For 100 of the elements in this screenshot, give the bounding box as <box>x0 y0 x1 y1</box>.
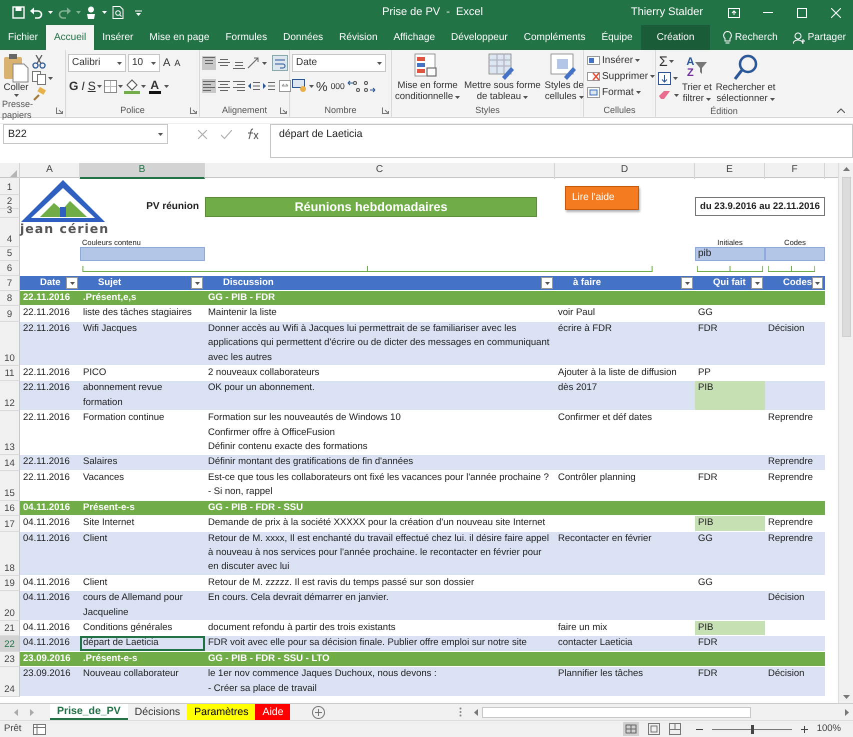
table-cell[interactable]: Maintenir la liste <box>205 306 555 321</box>
table-cell[interactable]: GG <box>695 532 765 575</box>
row-header[interactable]: 14 <box>0 455 20 471</box>
dialog-launcher-icon[interactable] <box>56 106 63 114</box>
table-cell[interactable]: Retour de M. zzzzz. Il est ravis du temps passé sur son dossier <box>205 576 555 590</box>
codes-field[interactable] <box>765 247 825 261</box>
initials-field[interactable]: pib <box>695 247 765 261</box>
table-cell[interactable]: PICO <box>80 366 205 380</box>
caret-icon[interactable] <box>770 98 775 101</box>
table-cell[interactable]: FDR <box>695 470 765 500</box>
wrap-text-icon[interactable] <box>272 55 288 71</box>
zoom-in-icon[interactable] <box>800 726 808 732</box>
caret-icon[interactable] <box>523 96 528 99</box>
table-cell[interactable]: Retour de M. xxxx, Il est enchanté du travail effectué chez lui. il désire faire appel à nouveau à nos services pour l'année prochaine. le recontacter en février pour en discuter avec lui <box>205 532 555 575</box>
row-header[interactable]: 15 <box>0 470 20 501</box>
table-cell[interactable]: voir Paul <box>555 306 695 321</box>
table-cell[interactable]: 04.11.2016 <box>20 532 80 575</box>
table-cell[interactable]: En cours. Cela devrait démarrer en janvier. <box>205 591 555 620</box>
table-cell[interactable]: écrire à FDR <box>555 322 695 366</box>
row-header[interactable]: 23 <box>0 652 20 668</box>
row-header[interactable]: 6 <box>0 261 20 276</box>
table-cell[interactable]: 04.11.2016 <box>20 620 80 636</box>
find-select-button[interactable]: Rechercher et sélectionner <box>714 53 776 105</box>
splitter-icon[interactable] <box>459 707 462 717</box>
column-header[interactable]: D <box>555 163 695 179</box>
table-cell[interactable]: 22.11.2016 <box>20 470 80 500</box>
caret-icon[interactable] <box>636 91 641 94</box>
row-header[interactable]: 13 <box>0 411 20 456</box>
increase-decimal-icon[interactable] <box>346 79 361 93</box>
row-header[interactable]: 4 <box>0 218 20 247</box>
ribbon-button[interactable]: Mettre sous forme de tableau <box>463 53 542 103</box>
caret-icon[interactable] <box>164 84 169 88</box>
format-painter-icon[interactable] <box>32 87 46 101</box>
table-cell[interactable]: Reprendre <box>765 455 825 470</box>
ribbon-button[interactable]: Insérer <box>586 53 656 68</box>
name-box[interactable]: B22 <box>3 124 168 144</box>
filter-button[interactable] <box>66 277 78 289</box>
table-cell[interactable]: Reprendre <box>765 411 825 454</box>
table-cell[interactable]: Donner accès au Wifi à Jacques lui permettrait de se familiariser avec les applications qui permettent d'écrire ou de dicter des messages en communiquant avec les autres <box>205 322 555 366</box>
touch-mode-icon[interactable] <box>86 6 97 19</box>
caret-icon[interactable] <box>158 132 163 136</box>
caret-icon[interactable] <box>544 282 550 284</box>
table-cell[interactable]: Est-ce que tous les collaborateurs ont fixé les vacances pour l'année prochaine ? - Si non, rappel <box>205 470 555 500</box>
table-cell[interactable]: Reprendre <box>765 470 825 500</box>
row-header[interactable]: 24 <box>0 667 20 697</box>
table-cell[interactable]: 22.11.2016 <box>20 322 80 366</box>
table-cell[interactable]: départ de Laeticia <box>80 636 205 651</box>
save-icon[interactable] <box>12 6 25 19</box>
slider-thumb[interactable] <box>750 724 754 734</box>
caret-icon[interactable] <box>668 60 674 62</box>
color-field[interactable] <box>80 247 205 261</box>
table-cell[interactable]: Vacances <box>80 470 205 500</box>
ribbon-button[interactable]: Format <box>586 85 656 100</box>
table-cell[interactable]: GG <box>695 576 765 590</box>
increase-indent-icon[interactable] <box>262 79 276 93</box>
font-size-field[interactable]: 10 <box>128 54 160 72</box>
merge-icon[interactable] <box>279 80 291 92</box>
right-align-button[interactable] <box>232 79 246 93</box>
grow-font-button[interactable]: A <box>162 56 172 70</box>
table-cell[interactable]: Formation continue <box>80 411 205 454</box>
collapse-ribbon-icon[interactable] <box>837 108 845 113</box>
table-cell[interactable]: Conditions générales <box>80 620 205 636</box>
table-cell[interactable]: Wifi Jacques <box>80 322 205 366</box>
caret-icon[interactable] <box>140 84 146 88</box>
row-header[interactable]: 18 <box>0 532 20 576</box>
fill-color-icon[interactable] <box>124 78 140 94</box>
filter-button[interactable] <box>812 277 823 289</box>
scrollbar-thumb[interactable] <box>842 177 850 337</box>
table-cell[interactable]: Ajouter à la liste de diffusion <box>555 366 695 380</box>
caret-icon[interactable] <box>815 282 820 284</box>
row-header[interactable]: 12 <box>0 381 20 412</box>
dialog-launcher-icon[interactable] <box>280 106 287 114</box>
table-cell[interactable]: 22.11.2016 <box>20 366 80 380</box>
row-header[interactable]: 5 <box>0 247 20 261</box>
table-cell[interactable]: 04.11.2016 <box>20 591 80 620</box>
dialog-launcher-icon[interactable] <box>382 106 390 114</box>
filter-button[interactable] <box>681 277 693 289</box>
normal-view-icon[interactable] <box>622 722 639 736</box>
caret-icon[interactable] <box>455 96 460 99</box>
table-cell[interactable]: OK pour un abonnement. <box>205 381 555 410</box>
table-cell[interactable]: Recontacter en février <box>555 532 695 575</box>
caret-icon[interactable] <box>96 84 102 88</box>
caret-icon[interactable] <box>262 62 267 64</box>
font-name-field[interactable]: Calibri <box>68 54 126 72</box>
row-header[interactable]: 11 <box>0 366 20 382</box>
bold-button[interactable]: G <box>68 79 80 93</box>
shrink-font-button[interactable]: A <box>173 58 182 68</box>
ribbon-button[interactable]: Mise en forme conditionnelle <box>394 53 462 103</box>
table-cell[interactable]: 04.11.2016 <box>20 516 80 530</box>
decrease-indent-icon[interactable] <box>247 79 261 93</box>
table-cell[interactable]: 22.11.2016 <box>20 455 80 470</box>
table-cell[interactable]: 04.11.2016 <box>20 636 80 651</box>
table-cell[interactable]: cours de Allemand pour Jacqueline <box>80 591 205 620</box>
table-cell[interactable]: PIB <box>695 381 765 410</box>
row-header[interactable]: 21 <box>0 620 20 636</box>
table-cell[interactable]: PIB <box>695 620 765 636</box>
table-cell[interactable]: FDR <box>695 636 765 651</box>
column-header[interactable]: F <box>765 163 825 179</box>
table-cell[interactable]: PP <box>695 366 765 380</box>
caret-icon[interactable] <box>673 76 678 80</box>
